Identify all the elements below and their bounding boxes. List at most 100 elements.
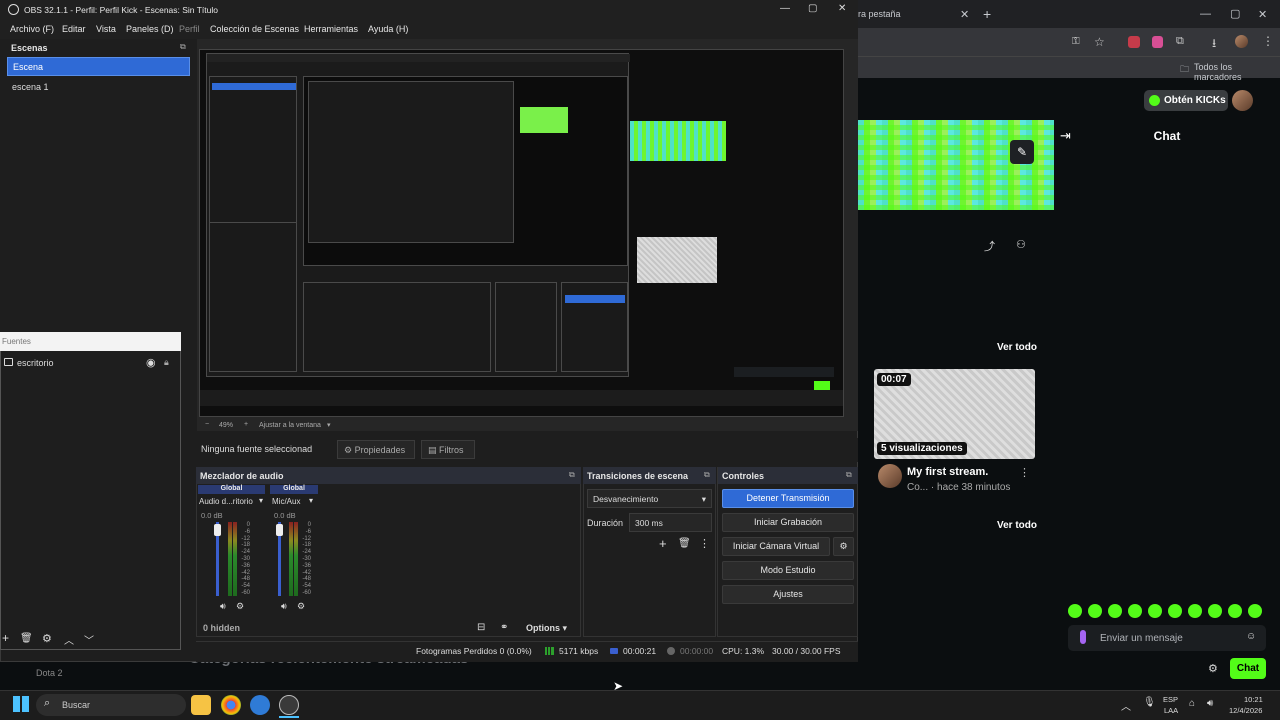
undock-icon[interactable]: ⧉ [846,470,852,480]
options-button[interactable]: Options ▾ [526,623,567,634]
stream-preview[interactable] [858,120,1054,210]
lock-icon[interactable]: 🔒︎ [164,357,169,368]
scene-item-escena-1[interactable]: escena 1 [12,82,49,92]
puzzle-icon[interactable]: ⧉ [1176,35,1184,48]
chat-message-input[interactable]: Enviar un mensaje [1068,625,1266,651]
video-menu-icon[interactable]: ⋮ [1019,466,1030,479]
mic-icon[interactable] [1080,630,1086,644]
clock-time[interactable]: 10:21 [1244,695,1263,704]
remove-source-icon[interactable]: 🗑︎ [20,633,33,644]
add-source-icon[interactable]: + [2,631,9,645]
properties-button[interactable]: ⚙ Propiedades [337,440,415,459]
eye-icon[interactable]: ◉ [146,356,156,369]
start-virtual-camera-button[interactable]: Iniciar Cámara Virtual [722,537,830,556]
move-up-icon[interactable]: ︿ [64,632,74,647]
obs-taskbar-icon[interactable] [279,695,299,715]
menu-coleccion[interactable]: Colección de Escenas [210,24,299,34]
emote-icon[interactable] [1108,604,1122,618]
tray-chevron-icon[interactable]: ︿ [1121,698,1131,713]
lang-1[interactable]: ESP [1163,695,1178,704]
close-window-icon[interactable]: ✕ [1258,8,1267,21]
video-title[interactable]: My first stream. [907,466,988,478]
emote-icon[interactable] [1148,604,1162,618]
menu-ayuda[interactable]: Ayuda (H) [368,24,408,34]
emote-icon[interactable] [1088,604,1102,618]
zoom-dropdown-icon[interactable]: ▾ [327,421,331,429]
speaker-icon[interactable]: 🔊︎ [281,601,287,612]
layout-icon[interactable]: ⊟ [477,622,485,633]
zoom-in-icon[interactable]: + [244,421,248,428]
stop-streaming-button[interactable]: Detener Transmisión [722,489,854,508]
undock-icon[interactable]: ⧉ [704,470,710,480]
see-all-link-2[interactable]: Ver todo [997,520,1037,531]
duration-input[interactable]: 300 ms [629,513,712,532]
extension-icon[interactable] [1128,36,1140,48]
download-icon[interactable]: ⭳ [1212,34,1216,55]
menu-editar[interactable]: Editar [62,24,86,34]
channel-settings-icon[interactable]: ⚙ [297,601,305,612]
app-icon[interactable] [250,695,270,715]
share-icon[interactable]: ⤴ [984,238,995,254]
menu-paneles[interactable]: Paneles (D) [126,24,174,34]
follow-icon[interactable]: ⚇ [1016,238,1026,251]
key-icon[interactable]: ⚿ [1072,36,1080,47]
menu-archivo[interactable]: Archivo (F) [10,24,54,34]
emote-icon[interactable] [1228,604,1242,618]
emote-icon[interactable] [1188,604,1202,618]
menu-vista[interactable]: Vista [96,24,116,34]
scene-item-escena[interactable]: Escena [7,57,190,76]
minimize-icon[interactable]: — [780,3,790,14]
hidden-count[interactable]: 0 hidden [203,623,240,633]
remove-transition-icon[interactable]: 🗑︎ [678,538,691,549]
star-icon[interactable]: ☆ [1094,35,1105,49]
see-all-link[interactable]: Ver todo [997,342,1037,353]
windows-start-icon[interactable] [13,696,29,712]
close-icon[interactable]: ✕ [838,3,846,14]
studio-mode-button[interactable]: Modo Estudio [722,561,854,580]
user-avatar[interactable] [1232,90,1253,111]
volume-icon[interactable]: 🔊︎ [1207,698,1213,709]
link-icon[interactable]: ⚭ [500,622,508,633]
file-explorer-icon[interactable] [191,695,211,715]
edit-icon[interactable]: ✎ [1010,140,1034,164]
fader-knob[interactable] [276,524,283,536]
new-tab-icon[interactable]: + [983,6,991,22]
emote-icon[interactable] [1128,604,1142,618]
source-settings-icon[interactable]: ⚙ [42,632,52,645]
transition-menu-icon[interactable]: ⋮ [699,537,710,550]
emoji-picker-icon[interactable]: ☺ [1246,631,1256,642]
transition-select[interactable]: Desvanecimiento ▾ [587,489,712,508]
mic-tray-icon[interactable]: 🎙︎ [1143,697,1156,708]
channel-avatar[interactable] [878,464,902,488]
move-down-icon[interactable]: ﹀ [84,632,94,647]
menu-herramientas[interactable]: Herramientas [304,24,358,34]
get-kicks-button[interactable]: Obtén KICKs [1144,90,1228,111]
address-bar[interactable] [858,28,1280,56]
chat-settings-icon[interactable]: ⚙ [1208,662,1218,675]
source-item-escritorio[interactable]: escritorio [17,358,54,368]
chrome-icon[interactable] [221,695,241,715]
virtual-camera-settings-icon[interactable]: ⚙ [833,537,854,556]
channel-menu-icon[interactable]: ▾ [309,496,313,505]
network-icon[interactable]: ⌂ [1189,698,1195,709]
speaker-icon[interactable]: 🔊︎ [220,601,226,612]
emote-icon[interactable] [1068,604,1082,618]
taskbar-search[interactable]: Buscar [36,694,186,716]
filters-button[interactable]: ▤ Filtros [421,440,475,459]
maximize-icon[interactable]: ▢ [808,3,817,14]
preview-canvas[interactable] [199,49,844,417]
minimize-icon[interactable]: — [1200,8,1211,20]
emote-icon[interactable] [1248,604,1262,618]
extension-2-icon[interactable] [1152,36,1163,48]
zoom-fit[interactable]: Ajustar a la ventana [259,422,321,429]
channel-settings-icon[interactable]: ⚙ [236,601,244,612]
maximize-icon[interactable]: ▢ [1230,7,1240,20]
fader-knob[interactable] [214,524,221,536]
zoom-out-icon[interactable]: − [205,421,209,428]
settings-button[interactable]: Ajustes [722,585,854,604]
profile-avatar[interactable] [1235,35,1248,48]
menu-perfil[interactable]: Perfil [179,24,200,34]
emote-icon[interactable] [1168,604,1182,618]
close-tab-icon[interactable]: ✕ [960,8,969,21]
menu-kebab-icon[interactable]: ⋮ [1262,34,1274,48]
